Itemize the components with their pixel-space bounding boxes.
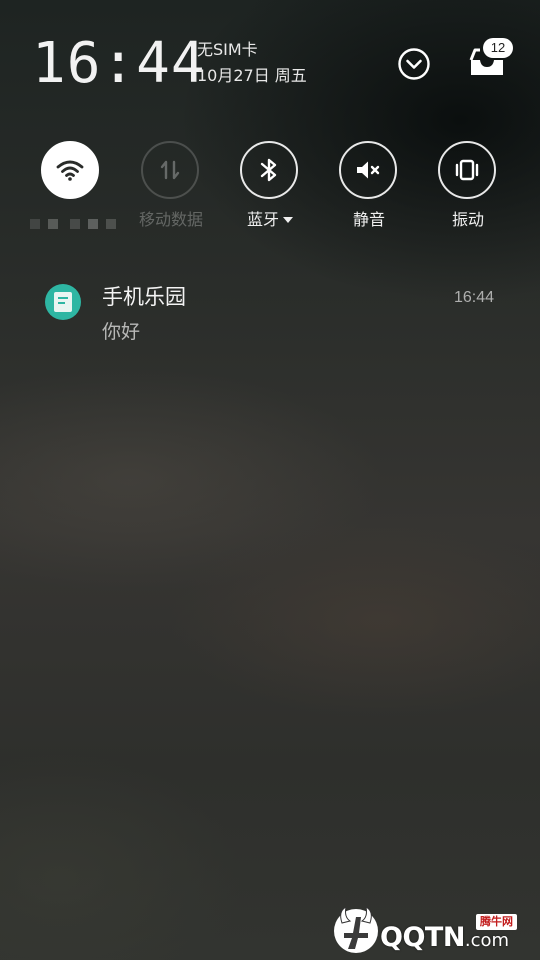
site-watermark: QQTN.com 腾牛网	[330, 903, 535, 955]
bull-logo-icon	[334, 906, 378, 953]
sim-status: 无SIM卡	[197, 40, 258, 59]
dropdown-caret-icon[interactable]	[283, 216, 293, 223]
watermark-domain: .com	[464, 930, 510, 951]
wifi-network-name-redacted	[30, 219, 122, 231]
toggle-vibrate[interactable]: 振动	[418, 141, 518, 237]
chevron-down-circle-icon	[398, 48, 430, 80]
toggle-mobile-data-circle	[141, 141, 199, 199]
toggle-mute[interactable]: 静音	[319, 141, 419, 237]
clock: 16:44	[32, 31, 206, 96]
notification-shade-header: 16:44 无SIM卡 10月27日 周五 12	[0, 0, 540, 130]
date: 10月27日 周五	[197, 66, 307, 85]
bluetooth-icon	[260, 158, 277, 182]
toggle-vibrate-label: 振动	[451, 210, 484, 229]
notification-item[interactable]: 手机乐园 16:44 你好	[0, 270, 540, 360]
notification-timestamp: 16:44	[453, 289, 494, 306]
notification-app-name: 手机乐园	[102, 285, 186, 309]
toggle-vibrate-circle	[438, 141, 496, 199]
notification-message: 你好	[102, 321, 141, 343]
watermark-brand-name: QQTN	[380, 922, 465, 953]
toggle-bluetooth-circle	[240, 141, 298, 199]
app-document-icon	[45, 284, 81, 320]
toggle-bluetooth[interactable]: 蓝牙	[220, 141, 320, 237]
speaker-mute-icon	[357, 161, 380, 179]
toggle-mobile-data[interactable]: 移动数据	[121, 141, 221, 237]
bluetooth-label-text: 蓝牙	[246, 210, 279, 229]
watermark-tag: 腾牛网	[476, 914, 517, 930]
inbox-count-badge: 12	[483, 38, 513, 58]
vibrate-icon	[455, 159, 479, 181]
notification-inbox-button[interactable]: 12	[466, 38, 518, 84]
toggle-mute-circle	[339, 141, 397, 199]
wifi-icon	[56, 160, 84, 181]
toggle-bluetooth-label: 蓝牙	[220, 210, 320, 230]
toggle-mobile-data-label: 移动数据	[138, 210, 203, 229]
mobile-data-arrows-icon	[160, 160, 180, 180]
toggle-mute-label: 静音	[352, 210, 385, 229]
toggle-wifi-circle	[41, 141, 99, 199]
expand-shade-button[interactable]	[397, 47, 431, 81]
